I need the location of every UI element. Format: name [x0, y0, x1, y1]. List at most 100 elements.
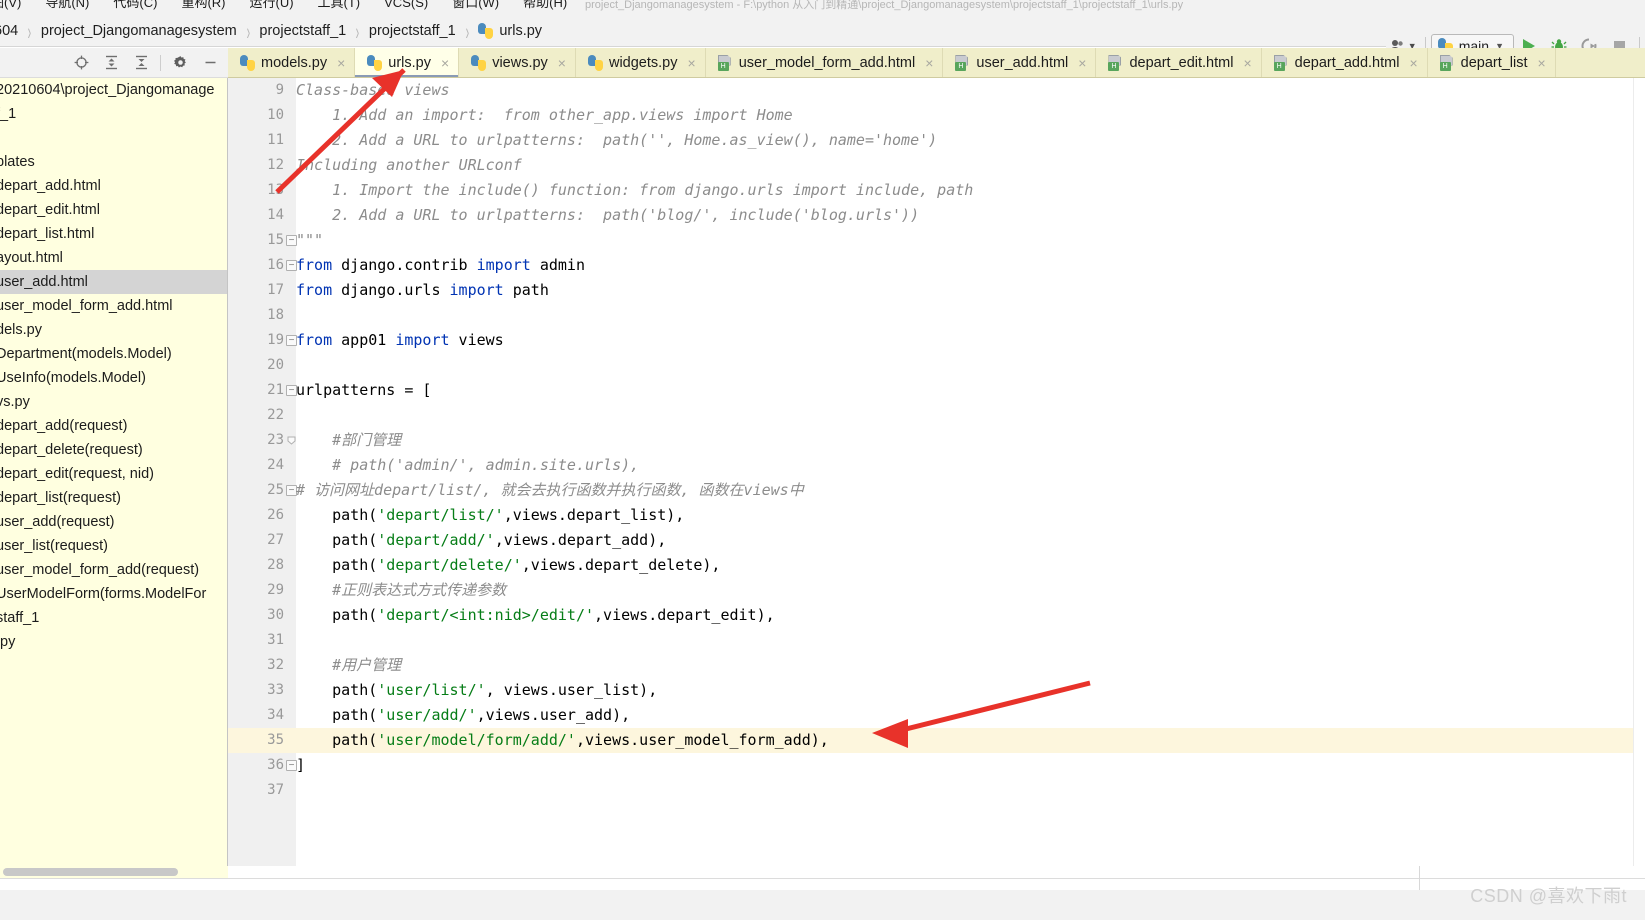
hide-tool-window-icon[interactable]: [195, 50, 225, 76]
close-icon[interactable]: ×: [1243, 55, 1251, 71]
code-line-32[interactable]: #用户管理: [296, 653, 1645, 678]
editor-marker-bar[interactable]: [1633, 78, 1645, 866]
project-tree-item[interactable]: [0, 126, 227, 150]
menu-item-8[interactable]: 帮助(H): [511, 0, 579, 11]
code-line-33[interactable]: path('user/list/', views.user_list),: [296, 678, 1645, 703]
project-tree-item[interactable]: Department(models.Model): [0, 342, 227, 366]
code-line-37[interactable]: [296, 778, 1645, 803]
code-line-24[interactable]: # path('admin/', admin.site.urls),: [296, 453, 1645, 478]
editor-tab-bar[interactable]: models.py × urls.py × views.py × widgets.py × Hu…: [228, 48, 1645, 78]
project-tree-item[interactable]: user_add(request): [0, 510, 227, 534]
code-line-18[interactable]: [296, 303, 1645, 328]
project-horizontal-scrollbar[interactable]: [0, 866, 228, 878]
python-file-icon: [240, 54, 255, 71]
breadcrumb-item-4[interactable]: urls.py: [472, 15, 548, 47]
code-line-11[interactable]: 2. Add a URL to urlpatterns: path('', Ho…: [296, 128, 1645, 153]
editor-tab-user_add-html[interactable]: Huser_add.html ×: [943, 48, 1097, 77]
editor-tab-urls-py[interactable]: urls.py ×: [355, 48, 460, 77]
close-icon[interactable]: ×: [688, 55, 696, 71]
project-tree-item[interactable]: depart_add(request): [0, 414, 227, 438]
editor-tab-models-py[interactable]: models.py ×: [228, 48, 356, 77]
code-line-16[interactable]: from django.contrib import admin: [296, 253, 1645, 278]
project-tree-item[interactable]: UseInfo(models.Model): [0, 366, 227, 390]
project-tree-item[interactable]: ayout.html: [0, 246, 227, 270]
project-tree-item[interactable]: user_model_form_add.html: [0, 294, 227, 318]
project-tree-item[interactable]: dels.py: [0, 318, 227, 342]
project-tree-item[interactable]: user_add.html: [0, 270, 227, 294]
code-line-28[interactable]: path('depart/delete/',views.depart_delet…: [296, 553, 1645, 578]
project-tree-item[interactable]: depart_delete(request): [0, 438, 227, 462]
code-line-10[interactable]: 1. Add an import: from other_app.views i…: [296, 103, 1645, 128]
breadcrumb-item-1[interactable]: project_Djangomanagesystem: [35, 15, 243, 47]
project-tree-item[interactable]: plates: [0, 150, 227, 174]
close-icon[interactable]: ×: [925, 55, 933, 71]
project-tree-item[interactable]: user_list(request): [0, 534, 227, 558]
code-content[interactable]: Class-based views 1. Add an import: from…: [296, 78, 1645, 866]
editor-tab-views-py[interactable]: views.py ×: [459, 48, 576, 77]
code-line-26[interactable]: path('depart/list/',views.depart_list),: [296, 503, 1645, 528]
code-line-19[interactable]: from app01 import views: [296, 328, 1645, 353]
code-line-22[interactable]: [296, 403, 1645, 428]
editor-tab-depart_add-html[interactable]: Hdepart_add.html ×: [1262, 48, 1428, 77]
close-icon[interactable]: ×: [1409, 55, 1417, 71]
code-line-36[interactable]: ]: [296, 753, 1645, 778]
menu-item-7[interactable]: 窗口(W): [440, 0, 511, 11]
code-line-29[interactable]: #正则表达式方式传递参数: [296, 578, 1645, 603]
close-icon[interactable]: ×: [337, 55, 345, 71]
breadcrumb[interactable]: 604 › project_Djangomanagesystem › projectst…: [0, 15, 548, 47]
project-tree-item[interactable]: .py: [0, 630, 227, 654]
code-line-27[interactable]: path('depart/add/',views.depart_add),: [296, 528, 1645, 553]
editor-tab-widgets-py[interactable]: widgets.py ×: [576, 48, 706, 77]
locate-target-icon[interactable]: [66, 50, 96, 76]
collapse-all-icon[interactable]: [126, 50, 156, 76]
project-tree-item[interactable]: depart_add.html: [0, 174, 227, 198]
code-line-20[interactable]: [296, 353, 1645, 378]
close-icon[interactable]: ×: [1078, 55, 1086, 71]
breadcrumb-item-3[interactable]: projectstaff_1: [363, 15, 462, 47]
menu-item-0[interactable]: 视图(V): [0, 0, 33, 11]
project-tree-item[interactable]: f_1: [0, 102, 227, 126]
project-tree-item[interactable]: UserModelForm(forms.ModelFor: [0, 582, 227, 606]
project-tree-item[interactable]: depart_edit(request, nid): [0, 462, 227, 486]
code-line-15[interactable]: """: [296, 228, 1645, 253]
project-tree-item[interactable]: vs.py: [0, 390, 227, 414]
code-line-35[interactable]: path('user/model/form/add/',views.user_m…: [296, 728, 1645, 753]
editor-tab-user_model_form_add-html[interactable]: Huser_model_form_add.html ×: [706, 48, 944, 77]
editor-tab-depart_edit-html[interactable]: Hdepart_edit.html ×: [1096, 48, 1262, 77]
breadcrumb-item-2[interactable]: projectstaff_1: [253, 15, 352, 47]
menu-item-3[interactable]: 重构(R): [169, 0, 237, 11]
project-tree-item[interactable]: depart_list.html: [0, 222, 227, 246]
close-icon[interactable]: ×: [441, 55, 449, 71]
code-line-23[interactable]: #部门管理: [296, 428, 1645, 453]
settings-gear-icon[interactable]: [165, 50, 195, 76]
code-editor[interactable]: 9 10 11 12 13 14 15 16 17 18 19 20 21 22 23 24 25 26 27 28 2…: [228, 78, 1645, 866]
code-line-21[interactable]: urlpatterns = [: [296, 378, 1645, 403]
code-line-31[interactable]: [296, 628, 1645, 653]
project-tree-item[interactable]: 20210604\project_Djangomanage: [0, 78, 227, 102]
project-tree-panel[interactable]: 20210604\project_Djangomanage f_1plates de…: [0, 78, 228, 866]
code-line-30[interactable]: path('depart/<int:nid>/edit/',views.depa…: [296, 603, 1645, 628]
menu-item-6[interactable]: VCS(S): [372, 0, 440, 10]
menu-item-1[interactable]: 导航(N): [33, 0, 101, 11]
code-line-13[interactable]: 1. Import the include() function: from d…: [296, 178, 1645, 203]
expand-all-icon[interactable]: [96, 50, 126, 76]
editor-tab-depart_list[interactable]: Hdepart_list ×: [1428, 48, 1556, 77]
scrollbar-thumb[interactable]: [3, 868, 178, 876]
project-tree-item[interactable]: staff_1: [0, 606, 227, 630]
close-icon[interactable]: ×: [1538, 55, 1546, 71]
code-line-12[interactable]: Including another URLconf: [296, 153, 1645, 178]
menu-item-4[interactable]: 运行(U): [237, 0, 305, 11]
code-line-34[interactable]: path('user/add/',views.user_add),: [296, 703, 1645, 728]
code-line-9[interactable]: Class-based views: [296, 78, 1645, 103]
code-line-17[interactable]: from django.urls import path: [296, 278, 1645, 303]
project-tree-item[interactable]: depart_list(request): [0, 486, 227, 510]
code-line-25[interactable]: # 访问网址depart/list/, 就会去执行函数并执行函数, 函数在vie…: [296, 478, 1645, 503]
breadcrumb-item-0[interactable]: 604: [0, 15, 24, 47]
close-icon[interactable]: ×: [558, 55, 566, 71]
menu-bar[interactable]: 视图(V)导航(N)代码(C)重构(R)运行(U)工具(T)VCS(S)窗口(W…: [0, 0, 1645, 15]
menu-item-2[interactable]: 代码(C): [101, 0, 169, 11]
project-tree-item[interactable]: user_model_form_add(request): [0, 558, 227, 582]
menu-item-5[interactable]: 工具(T): [306, 0, 373, 11]
project-tree-item[interactable]: depart_edit.html: [0, 198, 227, 222]
code-line-14[interactable]: 2. Add a URL to urlpatterns: path('blog/…: [296, 203, 1645, 228]
